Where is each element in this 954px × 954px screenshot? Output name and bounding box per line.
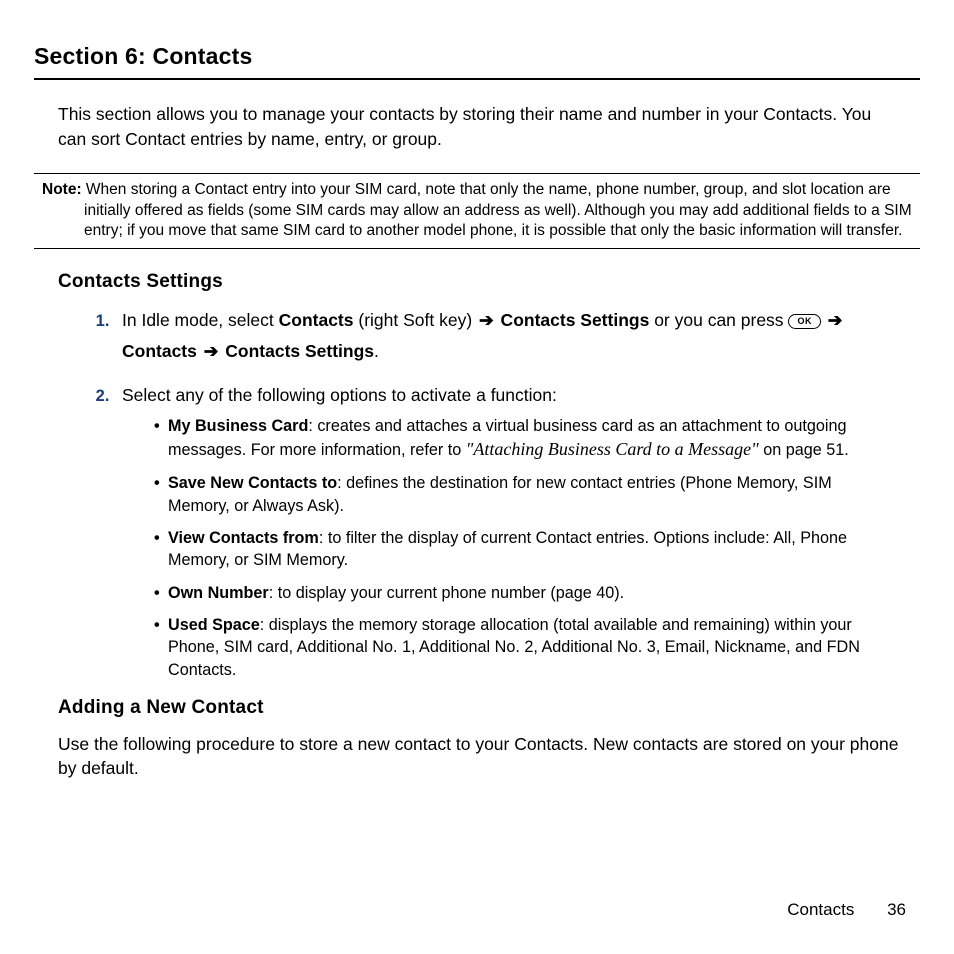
option-text: : displays the memory storage allocation… <box>168 616 860 679</box>
option-text: : to display your current phone number (… <box>269 584 624 602</box>
note-text: When storing a Contact entry into your S… <box>84 181 912 239</box>
cross-reference: "Attaching Business Card to a Message" <box>466 439 759 459</box>
step2-intro: Select any of the following options to a… <box>122 385 557 405</box>
step1-softkey: (right Soft key) <box>354 310 478 330</box>
list-item: Save New Contacts to: defines the destin… <box>154 472 890 517</box>
option-tail: on page 51. <box>759 441 849 459</box>
page-number: 36 <box>887 900 906 919</box>
arrow-icon: ➔ <box>821 310 845 330</box>
arrow-icon: ➔ <box>477 310 496 330</box>
arrow-icon: ➔ <box>197 341 225 361</box>
option-label: View Contacts from <box>168 529 319 547</box>
contacts-settings-heading: Contacts Settings <box>58 269 920 296</box>
option-label: Own Number <box>168 584 269 602</box>
option-label: Save New Contacts to <box>168 474 337 492</box>
step-1: In Idle mode, select Contacts (right Sof… <box>114 305 900 366</box>
footer-section: Contacts <box>787 900 854 919</box>
step1-cs2: Contacts Settings <box>225 341 374 361</box>
section-intro: This section allows you to manage your c… <box>58 102 900 151</box>
list-item: Used Space: displays the memory storage … <box>154 614 890 681</box>
step-list: In Idle mode, select Contacts (right Sof… <box>84 305 900 681</box>
step1-cs: Contacts Settings <box>496 310 650 330</box>
step-2: Select any of the following options to a… <box>114 380 900 681</box>
list-item: View Contacts from: to filter the displa… <box>154 527 890 572</box>
step1-contacts: Contacts <box>279 310 354 330</box>
section-title: Section 6: Contacts <box>34 40 920 72</box>
option-list: My Business Card: creates and attaches a… <box>154 415 890 681</box>
list-item: My Business Card: creates and attaches a… <box>154 415 890 462</box>
adding-contact-heading: Adding a New Contact <box>58 695 920 722</box>
list-item: Own Number: to display your current phon… <box>154 582 890 604</box>
page-footer: Contacts 36 <box>787 898 906 922</box>
ok-key-icon: OK <box>788 314 821 329</box>
step1-contacts2: Contacts <box>122 341 197 361</box>
title-rule <box>34 78 920 80</box>
step1-end: . <box>374 341 379 361</box>
step1-mid: or you can press <box>649 310 788 330</box>
note-label: Note: <box>42 181 82 198</box>
option-label: My Business Card <box>168 417 308 435</box>
note-block: Note: When storing a Contact entry into … <box>34 173 920 248</box>
option-label: Used Space <box>168 616 260 634</box>
adding-intro: Use the following procedure to store a n… <box>58 732 900 781</box>
step1-pre: In Idle mode, select <box>122 310 279 330</box>
